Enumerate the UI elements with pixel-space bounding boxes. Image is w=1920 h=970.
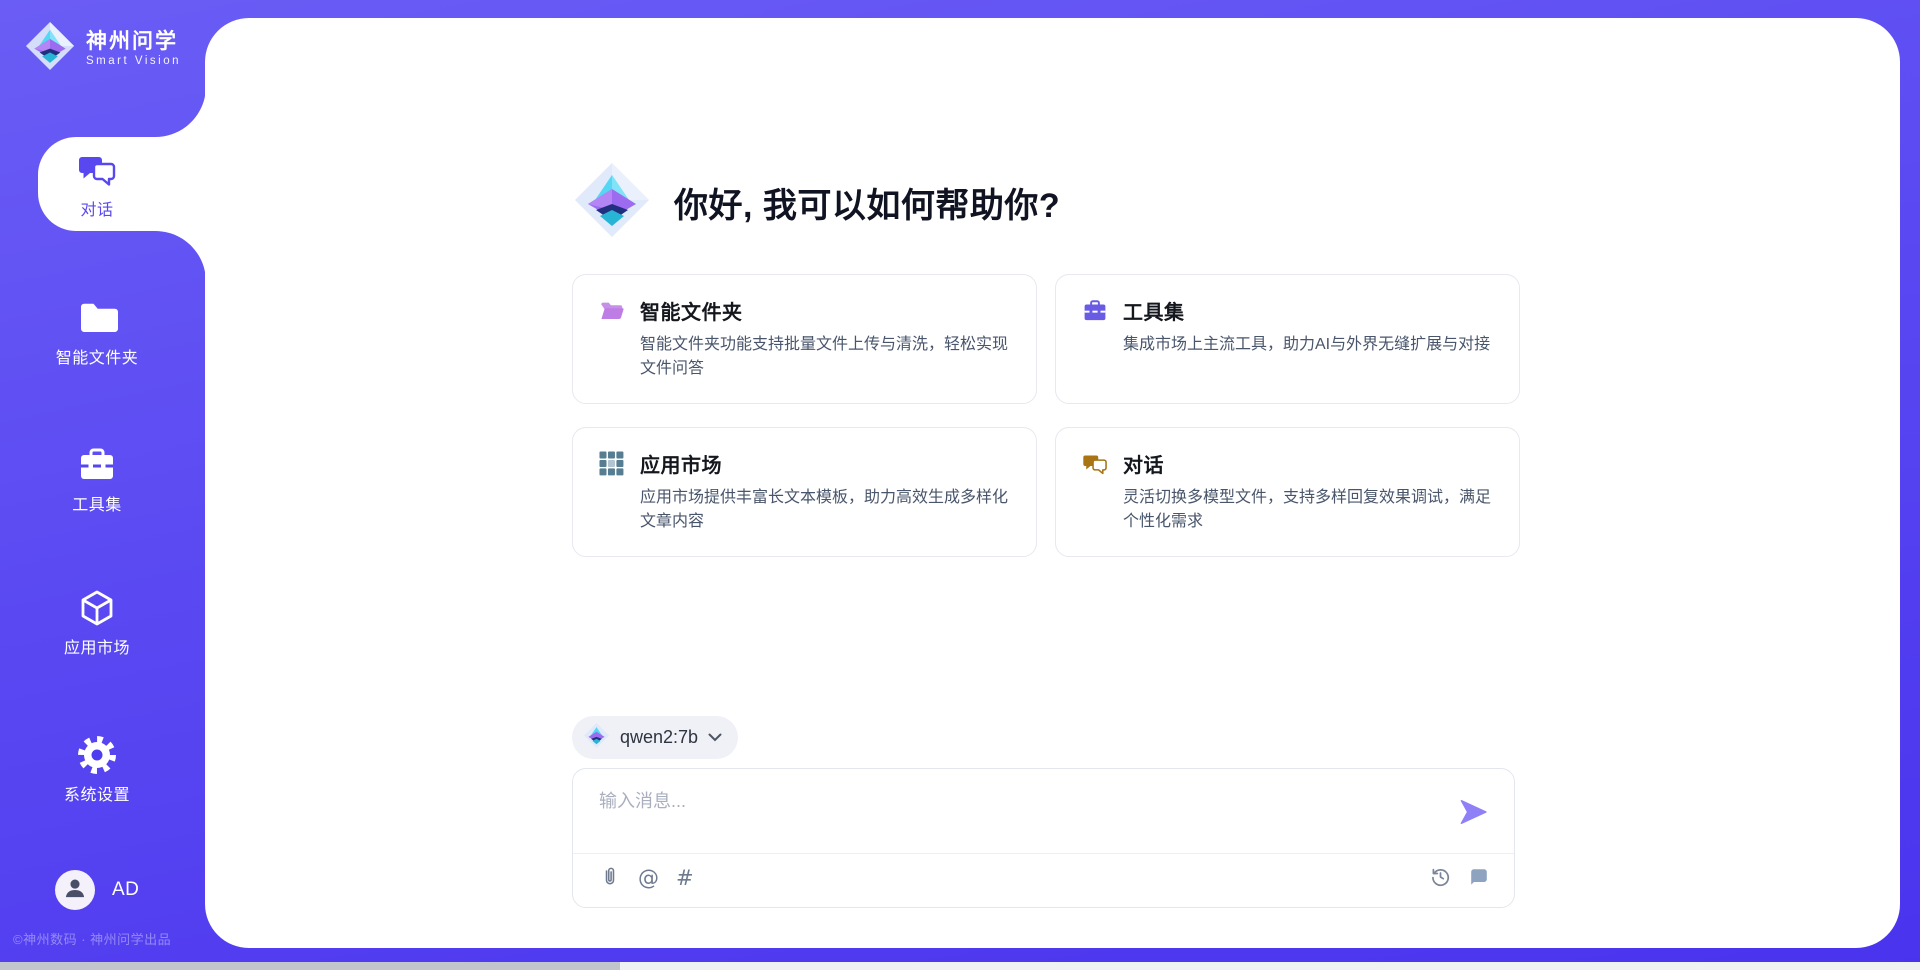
chevron-down-icon xyxy=(708,732,722,743)
card-title: 应用市场 xyxy=(640,449,722,478)
attach-file-button[interactable] xyxy=(599,865,621,892)
card-title: 工具集 xyxy=(1123,296,1185,325)
sidebar-item-label: 对话 xyxy=(80,196,113,220)
feature-cards: 智能文件夹 智能文件夹功能支持批量文件上传与清洗，轻松实现文件问答 工具集 集成… xyxy=(572,274,1520,557)
greeting: 你好, 我可以如何帮助你? xyxy=(572,160,1060,245)
copyright-text: ©神州数码 · 神州问学出品 xyxy=(13,929,171,948)
toolbox-icon xyxy=(1082,298,1108,324)
sidebar-item-label: 应用市场 xyxy=(64,634,130,658)
folder-open-icon xyxy=(599,298,625,324)
brand-name: 神州问学 xyxy=(86,30,181,54)
sidebar-item-smart-folder[interactable]: 智能文件夹 xyxy=(27,298,167,368)
new-chat-button[interactable] xyxy=(1468,866,1490,891)
chat-icon xyxy=(1082,451,1108,477)
history-icon xyxy=(1429,865,1452,891)
sidebar-item-label: 系统设置 xyxy=(64,781,130,805)
send-plane-icon xyxy=(1458,816,1490,831)
sidebar-item-app-market[interactable]: 应用市场 xyxy=(27,588,167,658)
user-name: AD xyxy=(112,879,139,901)
user-account[interactable]: AD xyxy=(55,870,139,910)
gear-icon xyxy=(77,735,117,775)
sidebar-item-chat[interactable]: 对话 xyxy=(27,150,167,220)
avatar xyxy=(55,870,95,910)
topic-button[interactable]: # xyxy=(676,868,694,889)
paperclip-icon xyxy=(599,865,621,892)
hash-icon: # xyxy=(676,868,694,889)
card-smart-folder[interactable]: 智能文件夹 智能文件夹功能支持批量文件上传与清洗，轻松实现文件问答 xyxy=(572,274,1037,404)
card-description: 集成市场上主流工具，助力AI与外界无缝扩展与对接 xyxy=(1123,333,1493,357)
composer-divider xyxy=(573,853,1514,854)
mention-button[interactable]: @ xyxy=(638,868,659,889)
brand-diamond-icon xyxy=(24,20,76,77)
card-description: 应用市场提供丰富长文本模板，助力高效生成多样化文章内容 xyxy=(640,486,1010,534)
person-icon xyxy=(62,875,88,906)
chat-icon xyxy=(77,150,117,190)
toolbox-icon xyxy=(77,445,117,485)
brand-diamond-icon xyxy=(583,722,610,754)
model-name: qwen2:7b xyxy=(620,727,698,748)
brand-diamond-icon xyxy=(572,160,652,245)
card-title: 对话 xyxy=(1123,449,1164,478)
message-composer: @ # xyxy=(572,768,1515,908)
history-button[interactable] xyxy=(1429,865,1452,891)
sidebar-item-settings[interactable]: 系统设置 xyxy=(27,735,167,805)
grid-icon xyxy=(599,451,625,477)
card-description: 智能文件夹功能支持批量文件上传与清洗，轻松实现文件问答 xyxy=(640,333,1010,381)
sidebar-item-label: 智能文件夹 xyxy=(56,344,139,368)
card-chat[interactable]: 对话 灵活切换多模型文件，支持多样回复效果调试，满足个性化需求 xyxy=(1055,427,1520,557)
card-toolbox[interactable]: 工具集 集成市场上主流工具，助力AI与外界无缝扩展与对接 xyxy=(1055,274,1520,404)
card-description: 灵活切换多模型文件，支持多样回复效果调试，满足个性化需求 xyxy=(1123,486,1493,534)
card-title: 智能文件夹 xyxy=(640,296,743,325)
sidebar-item-label: 工具集 xyxy=(72,491,122,515)
card-app-market[interactable]: 应用市场 应用市场提供丰富长文本模板，助力高效生成多样化文章内容 xyxy=(572,427,1037,557)
chat-square-icon xyxy=(1468,866,1490,891)
greeting-title: 你好, 我可以如何帮助你? xyxy=(674,178,1060,227)
sidebar: 神州问学 Smart Vision 对话 智能文件夹 xyxy=(0,0,205,970)
send-button[interactable] xyxy=(1458,796,1490,828)
at-icon: @ xyxy=(638,868,659,889)
folder-icon xyxy=(77,298,117,338)
brand-logo: 神州问学 Smart Vision xyxy=(24,20,181,77)
cube-icon xyxy=(77,588,117,628)
brand-subtitle: Smart Vision xyxy=(86,55,181,67)
sidebar-item-toolbox[interactable]: 工具集 xyxy=(27,445,167,515)
model-selector[interactable]: qwen2:7b xyxy=(572,716,738,759)
scrollbar-thumb[interactable] xyxy=(0,962,620,970)
message-input[interactable] xyxy=(599,787,1429,845)
horizontal-scrollbar xyxy=(0,962,1920,970)
